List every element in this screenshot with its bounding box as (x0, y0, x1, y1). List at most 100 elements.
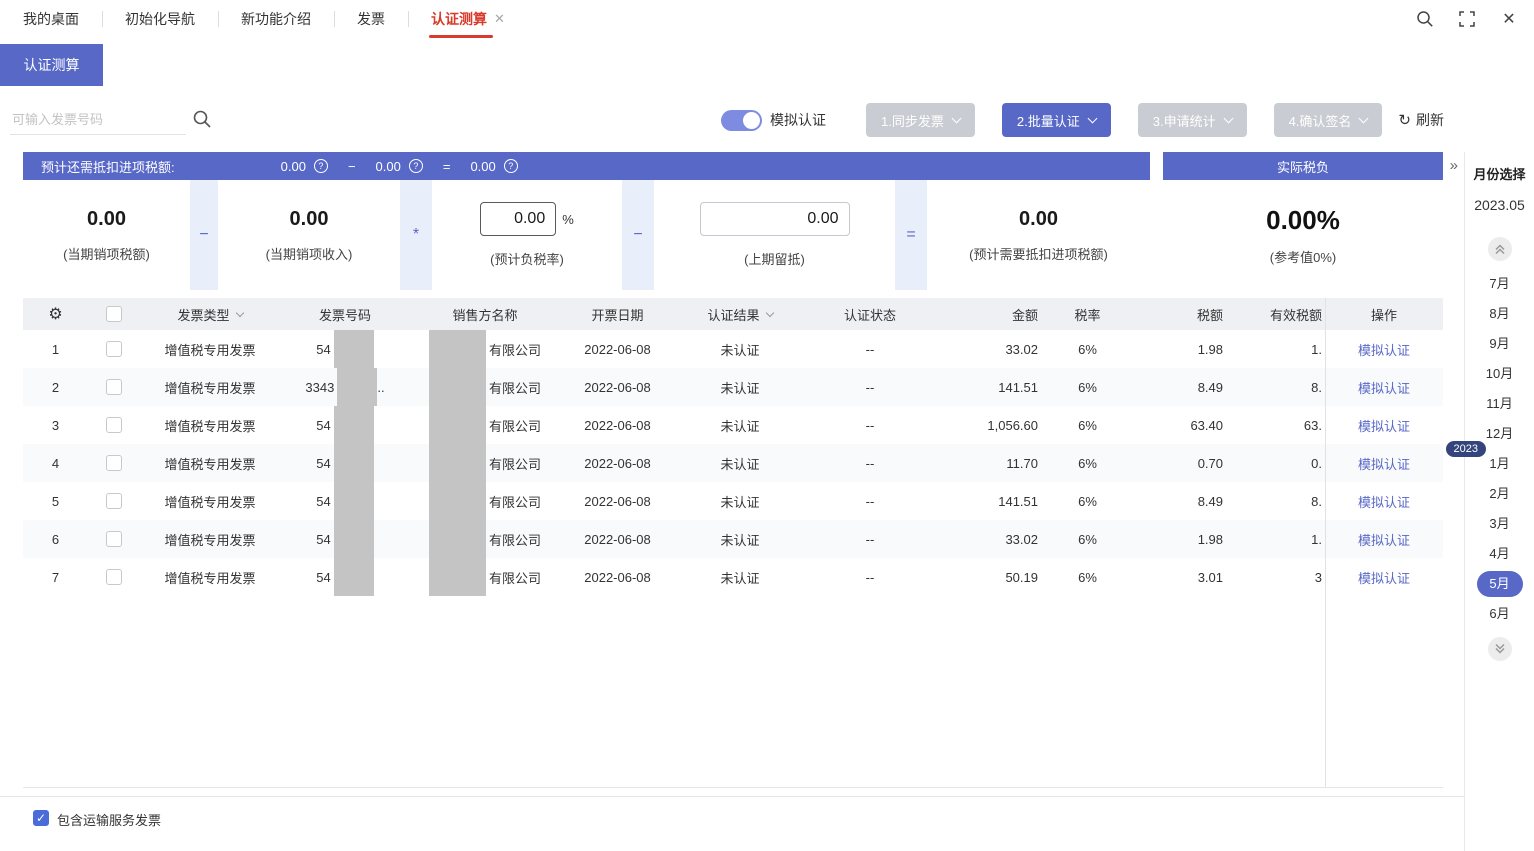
invoice-number: 54 (280, 558, 410, 596)
button-label: 2.批量认证 (1016, 113, 1080, 129)
include-transport-checkbox[interactable]: ✓ (33, 810, 49, 826)
invoice-date: 2022-06-08 (584, 569, 651, 585)
simulate-auth-toggle[interactable] (721, 109, 763, 131)
row-checkbox[interactable] (106, 531, 122, 547)
action-cell: 模拟认证 (1325, 406, 1443, 444)
col-header-action: 操作 (1325, 298, 1443, 330)
row-checkbox[interactable] (106, 569, 122, 585)
row-checkbox-cell (88, 520, 140, 558)
filter-caret-icon[interactable] (235, 308, 244, 317)
month-item[interactable]: 6月 (1465, 599, 1534, 629)
info-icon[interactable]: ? (503, 159, 518, 173)
invoice-date: 2022-06-08 (584, 341, 651, 357)
redacted-block (333, 330, 374, 368)
header-checkbox-cell (88, 298, 140, 330)
select-all-checkbox[interactable] (106, 306, 122, 322)
search-icon[interactable] (1416, 10, 1434, 28)
simulate-auth-link[interactable]: 模拟认证 (1358, 530, 1410, 549)
tab-item[interactable]: 初始化导航 (102, 0, 218, 38)
invoice-number-prefix: 54 (316, 341, 331, 357)
redacted-block (337, 368, 378, 406)
fullscreen-icon[interactable] (1458, 10, 1476, 28)
seller-name-suffix: 有限公司 (488, 380, 541, 396)
close-icon[interactable]: ✕ (1500, 10, 1518, 28)
fixed-column-divider (1325, 298, 1326, 787)
action-button[interactable]: 2.批量认证 (1001, 103, 1111, 137)
simulate-auth-link[interactable]: 模拟认证 (1358, 340, 1410, 359)
action-button[interactable]: 3.申请统计 (1137, 103, 1247, 137)
row-checkbox[interactable] (106, 455, 122, 471)
simulate-auth-link[interactable]: 模拟认证 (1358, 568, 1410, 587)
invoice-date: 2022-06-08 (584, 531, 651, 547)
chevron-down-icon (1223, 113, 1234, 123)
gear-icon[interactable]: ⚙ (23, 298, 88, 330)
tax-rate: 6% (1078, 493, 1097, 509)
collapse-panel-icon[interactable]: » (1450, 157, 1458, 174)
month-item[interactable]: 2月 (1465, 479, 1534, 509)
summary-section: 预计还需抵扣进项税额: 0.00 ? − 0.00 ? = 0.00 ? 0.0… (23, 152, 1443, 290)
tab-label: 初始化导航 (125, 11, 195, 27)
row-checkbox[interactable] (106, 417, 122, 433)
tax-amount: 0.70 (1197, 455, 1223, 471)
seller-name-suffix: 有限公司 (488, 532, 541, 548)
seller-name: 有限公司 (410, 330, 560, 368)
month-item[interactable]: 10月 (1465, 359, 1534, 389)
invoice-number: 3343.. (280, 368, 410, 406)
month-item[interactable]: 11月 (1465, 389, 1534, 419)
row-index: 7 (51, 569, 60, 585)
row-checkbox[interactable] (106, 341, 122, 357)
simulate-auth-link[interactable]: 模拟认证 (1358, 378, 1410, 397)
invoice-number-prefix: 54 (316, 493, 331, 509)
scroll-months-up-icon[interactable] (1487, 237, 1512, 261)
invoice-number: 54 (280, 444, 410, 482)
invoice-type: 增值税专用发票 (164, 456, 256, 472)
info-icon[interactable]: ? (313, 159, 328, 173)
output-income-value: 0.00 (289, 207, 329, 230)
refresh-label: 刷新 (1416, 112, 1444, 128)
table-row: 1 增值税专用发票 54 有限公司 2022-06-08 未认证 -- 33.02 6% 1.98… (23, 330, 1443, 368)
tax-rate: 6% (1078, 455, 1097, 471)
row-checkbox[interactable] (106, 379, 122, 395)
col-header-result: 认证结果 (675, 298, 805, 330)
estimated-tax-rate-input[interactable] (480, 202, 557, 236)
filter-caret-icon[interactable] (765, 308, 774, 317)
simulate-auth-link[interactable]: 模拟认证 (1358, 454, 1410, 473)
valid-tax-amount: 63. (1303, 417, 1322, 433)
tab-item[interactable]: 发票 (334, 0, 408, 38)
action-button[interactable]: 1.同步发票 (866, 103, 975, 137)
search-icon[interactable] (192, 109, 212, 132)
info-icon[interactable]: ? (408, 159, 423, 173)
month-item[interactable]: 7月 (1465, 269, 1534, 299)
action-cell: 模拟认证 (1325, 444, 1443, 482)
tax-amount: 3.01 (1197, 569, 1223, 585)
month-item[interactable]: 3月 (1465, 509, 1534, 539)
valid-tax-amount: 3 (1314, 569, 1322, 585)
month-item[interactable]: 4月 (1465, 539, 1534, 569)
auth-status: -- (865, 493, 875, 509)
simulate-auth-link[interactable]: 模拟认证 (1358, 416, 1410, 435)
month-item[interactable]: 8月 (1465, 299, 1534, 329)
tab-close-icon[interactable]: ✕ (494, 11, 505, 27)
col-header-date: 开票日期 (560, 298, 675, 330)
tab-item[interactable]: 认证测算 ✕ (408, 0, 528, 38)
action-button[interactable]: 4.确认签名 (1273, 103, 1383, 137)
tab-item[interactable]: 我的桌面 (0, 0, 102, 38)
tab-item[interactable]: 新功能介绍 (218, 0, 334, 38)
invoice-search-input[interactable] (10, 105, 186, 135)
valid-tax-amount: 8. (1311, 493, 1322, 509)
refresh-button[interactable]: ↻ 刷新 (1398, 110, 1444, 130)
row-index: 5 (51, 493, 60, 509)
subtab-renzheng-cesuan[interactable]: 认证测算 (0, 44, 103, 86)
tab-label: 发票 (357, 11, 385, 27)
table-header-row: ⚙ 发票类型 发票号码 销售方名称 开票日期 认证结果 认证状态 金额 税率 税额 有效税额 操作 (23, 298, 1443, 330)
amount: 141.51 (998, 379, 1038, 395)
auth-result: 未认证 (720, 494, 760, 510)
row-checkbox[interactable] (106, 493, 122, 509)
simulate-auth-link[interactable]: 模拟认证 (1358, 492, 1410, 511)
scroll-months-down-icon[interactable] (1487, 637, 1512, 661)
prev-period-credit-input[interactable] (699, 202, 850, 236)
row-index: 2 (51, 379, 60, 395)
col-header-label: 操作 (1370, 307, 1397, 323)
month-item[interactable]: 5月 (1476, 571, 1523, 597)
month-item[interactable]: 9月 (1465, 329, 1534, 359)
